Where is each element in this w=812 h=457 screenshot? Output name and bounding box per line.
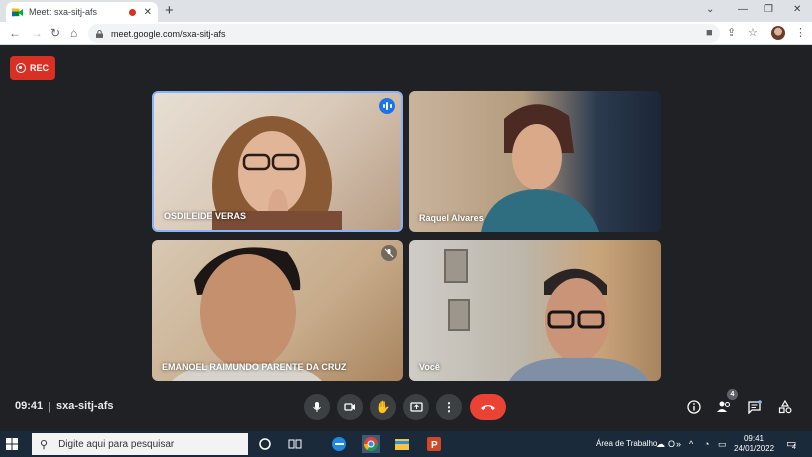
meeting-details-button[interactable]	[684, 397, 704, 417]
back-button[interactable]: ←	[9, 26, 21, 40]
present-screen-icon	[409, 402, 423, 412]
restore-button[interactable]: ❐	[764, 4, 773, 15]
browser-toolbar: ← → ↻ ⌂ meet.google.com/sxa-sitj-afs ■ ⇪…	[0, 22, 812, 45]
info-icon	[687, 400, 701, 414]
taskbar-clock[interactable]: 09:41 24/01/2022	[734, 434, 774, 454]
cortana-icon[interactable]	[256, 435, 274, 453]
record-icon	[15, 63, 26, 73]
minimize-button[interactable]: —	[738, 4, 748, 15]
profile-avatar[interactable]	[771, 26, 785, 40]
svg-text:P: P	[431, 440, 438, 451]
taskbar-time: 09:41	[743, 434, 765, 443]
windows-start-icon[interactable]	[6, 438, 18, 450]
participant-tile[interactable]: Raquel Alvares	[409, 91, 661, 232]
leave-call-button[interactable]	[470, 394, 506, 420]
divider: |	[48, 401, 51, 413]
recording-indicator-icon	[128, 8, 136, 16]
share-icon[interactable]: ⇪	[727, 27, 736, 39]
raise-hand-button[interactable]: ✋	[370, 394, 396, 420]
people-button[interactable]	[714, 397, 734, 417]
expand-toolbar-icon[interactable]: »	[676, 439, 681, 449]
sync-icon[interactable]: O	[668, 439, 675, 449]
participant-tile[interactable]: Você	[409, 240, 661, 381]
meet-favicon-icon	[12, 8, 23, 16]
microphone-icon	[313, 402, 321, 412]
notification-count: 4	[792, 444, 796, 451]
chrome-icon[interactable]	[362, 435, 380, 453]
participant-name: Raquel Alvares	[419, 213, 484, 223]
camera-in-use-icon[interactable]: ■	[706, 27, 713, 39]
search-placeholder: Digite aqui para pesquisar	[58, 438, 175, 450]
activities-button[interactable]	[775, 397, 795, 417]
onedrive-icon[interactable]: ☁	[656, 439, 665, 449]
battery-icon[interactable]: ▭	[718, 439, 727, 449]
participant-tile[interactable]: OSDILEIDE VERAS	[152, 91, 403, 232]
browser-menu-icon[interactable]: ⋮	[795, 27, 806, 39]
participant-name: EMANOEL RAIMUNDO PARENTE DA CRUZ	[162, 362, 347, 372]
camera-button[interactable]	[337, 394, 363, 420]
forward-button[interactable]: →	[31, 26, 43, 40]
recording-button[interactable]: REC	[10, 56, 55, 80]
tab-close-icon[interactable]: ✕	[144, 7, 152, 18]
url-text: meet.google.com/sxa-sitj-afs	[111, 28, 226, 39]
rec-label: REC	[29, 63, 49, 73]
edge-browser-icon[interactable]	[330, 435, 348, 453]
tab-search-icon[interactable]: ⌄	[706, 4, 714, 15]
taskbar-date: 24/01/2022	[734, 444, 775, 453]
more-options-button[interactable]: ⋮	[436, 394, 462, 420]
new-tab-button[interactable]: +	[165, 3, 174, 19]
chat-icon	[747, 400, 762, 414]
present-screen-button[interactable]	[403, 394, 429, 420]
participant-video-image	[481, 104, 599, 232]
network-icon[interactable]: ◔	[704, 439, 709, 449]
file-explorer-icon[interactable]	[393, 435, 411, 453]
participant-name: Você	[419, 362, 440, 372]
home-button[interactable]: ⌂	[70, 26, 77, 40]
task-view-icon[interactable]	[286, 435, 304, 453]
speaking-indicator-icon	[379, 98, 395, 114]
address-bar[interactable]: meet.google.com/sxa-sitj-afs	[88, 24, 720, 43]
browser-tab-bar: Meet: sxa-sitj-afs ✕ + ⌄ — ❐ ✕	[0, 0, 812, 22]
reload-button[interactable]: ↻	[50, 26, 60, 40]
participant-video-image	[444, 249, 649, 381]
hang-up-icon	[481, 405, 495, 410]
more-vert-icon: ⋮	[443, 400, 455, 414]
people-count-badge: 4	[727, 389, 738, 400]
meeting-clock: 09:41	[15, 400, 44, 412]
participant-video-image	[172, 247, 322, 381]
participant-name: OSDILEIDE VERAS	[164, 211, 247, 221]
microphone-button[interactable]	[304, 394, 330, 420]
desktop-label[interactable]: Área de Trabalho	[596, 439, 657, 448]
tab-title: Meet: sxa-sitj-afs	[29, 7, 98, 17]
meeting-code: sxa-sitj-afs	[56, 400, 114, 412]
chat-button[interactable]	[744, 397, 764, 417]
muted-mic-icon	[381, 245, 397, 261]
taskbar-search-box[interactable]: ⚲ Digite aqui para pesquisar	[32, 433, 248, 455]
powerpoint-icon[interactable]: P	[425, 435, 443, 453]
camera-icon	[344, 403, 355, 411]
show-hidden-icons-icon[interactable]: ^	[689, 439, 693, 449]
close-window-button[interactable]: ✕	[793, 4, 801, 15]
hand-icon: ✋	[375, 400, 391, 414]
windows-taskbar: ⚲ Digite aqui para pesquisar P Área de T…	[0, 431, 812, 457]
people-icon	[717, 401, 730, 412]
search-icon: ⚲	[40, 438, 49, 451]
participant-tile[interactable]: EMANOEL RAIMUNDO PARENTE DA CRUZ	[152, 240, 403, 381]
bookmark-star-icon[interactable]: ☆	[748, 27, 758, 39]
activities-shapes-icon	[778, 400, 792, 414]
lock-icon	[96, 29, 103, 38]
browser-tab-meet[interactable]: Meet: sxa-sitj-afs ✕	[6, 2, 158, 22]
